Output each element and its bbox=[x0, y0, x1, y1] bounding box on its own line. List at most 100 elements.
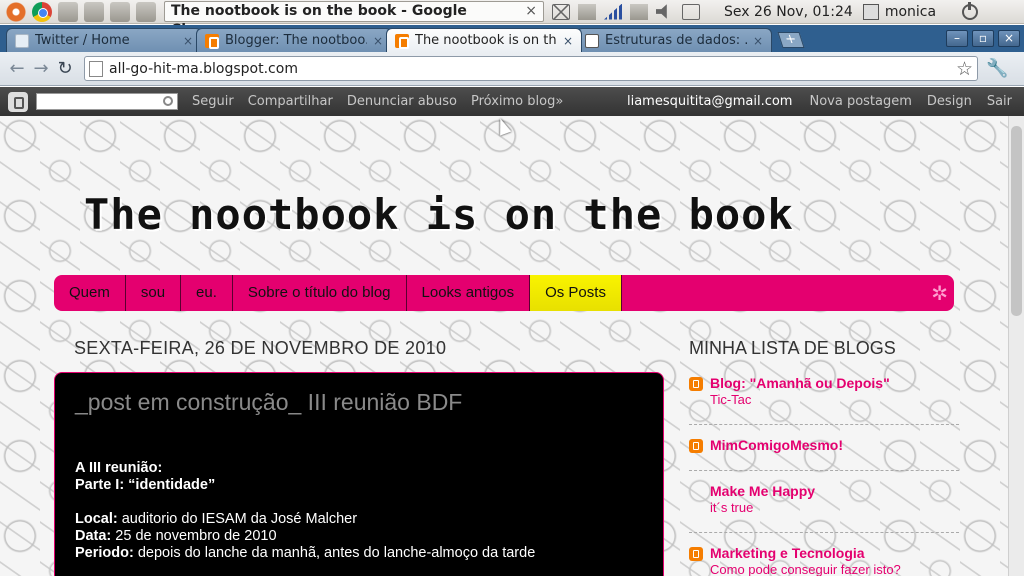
new-tab-button[interactable]: + bbox=[777, 32, 805, 48]
blog-name-link[interactable]: Blog: "Amanhã ou Depois" bbox=[710, 375, 959, 391]
post-value: 25 de novembro de 2010 bbox=[111, 528, 277, 544]
blog-pages-tabs: Quem sou eu. Sobre o título do blog Look… bbox=[54, 275, 954, 311]
back-button[interactable]: ← bbox=[6, 58, 28, 80]
user-email[interactable]: liamesquitita@gmail.com bbox=[627, 94, 793, 109]
terminal-icon[interactable] bbox=[136, 1, 156, 22]
active-window-button[interactable]: The nootbook is on the book - Google Chr… bbox=[164, 1, 544, 38]
tab-eu[interactable]: eu. bbox=[181, 275, 233, 311]
post-body: A III reunião: Parte I: “identidade” Loc… bbox=[75, 460, 643, 562]
tab-os-posts[interactable]: Os Posts bbox=[530, 275, 622, 311]
window-title-text: The nootbook is on the book - Google Chr… bbox=[171, 3, 467, 38]
page-scrollbar[interactable] bbox=[1008, 116, 1024, 576]
blog-list-item: Blog: "Amanhã ou Depois" Tic-Tac bbox=[689, 375, 959, 407]
post-line: Parte I: “identidade” bbox=[75, 477, 216, 493]
post-line: A III reunião: bbox=[75, 460, 163, 476]
blogger-logo-icon[interactable] bbox=[8, 91, 28, 112]
system-top-panel: The nootbook is on the book - Google Chr… bbox=[0, 0, 1024, 38]
wrench-menu-icon[interactable]: 🔧 bbox=[986, 58, 1008, 79]
blog-list-item: Marketing e Tecnologia Como pode consegu… bbox=[689, 545, 959, 576]
design-link[interactable]: Design bbox=[927, 94, 972, 109]
tab-sou[interactable]: sou bbox=[126, 275, 182, 311]
tab-close-icon[interactable]: × bbox=[563, 34, 573, 48]
volume-icon[interactable] bbox=[656, 4, 667, 19]
search-icon[interactable] bbox=[163, 96, 173, 106]
clock[interactable]: Sex 26 Nov, 01:24 bbox=[724, 4, 853, 20]
date-header: Sexta-feira, 26 de novembro de 2010 bbox=[74, 338, 447, 358]
page-icon bbox=[89, 60, 103, 77]
chrome-launcher-icon[interactable] bbox=[32, 1, 52, 22]
power-icon[interactable] bbox=[962, 1, 979, 20]
reload-button[interactable]: ↻ bbox=[54, 58, 76, 80]
tab-title: Estruturas de dados: ... bbox=[605, 33, 747, 48]
wiki-favicon-icon bbox=[585, 33, 599, 48]
divider bbox=[689, 470, 959, 471]
tab-blogger[interactable]: Blogger: The nootboo... × bbox=[196, 28, 392, 52]
share-link[interactable]: Compartilhar bbox=[248, 94, 333, 109]
file-manager-icon[interactable] bbox=[58, 1, 78, 22]
tab-title: Twitter / Home bbox=[35, 33, 130, 48]
blogger-favicon-icon bbox=[205, 33, 219, 49]
tab-title: Blogger: The nootboo... bbox=[225, 33, 367, 48]
blog-list-item: Make Me Happy it´s true bbox=[689, 483, 959, 515]
new-post-link[interactable]: Nova postagem bbox=[809, 94, 911, 109]
maximize-button[interactable]: ▫ bbox=[972, 30, 994, 47]
post-value: auditorio do IESAM da José Malcher bbox=[117, 511, 358, 527]
tab-close-icon[interactable]: × bbox=[753, 34, 763, 48]
report-abuse-link[interactable]: Denunciar abuso bbox=[347, 94, 457, 109]
blog-post-link[interactable]: it´s true bbox=[710, 500, 959, 515]
divider bbox=[689, 532, 959, 533]
blog-search-input[interactable] bbox=[36, 93, 178, 110]
tab-close-icon[interactable]: × bbox=[373, 34, 383, 48]
tab-twitter[interactable]: Twitter / Home × bbox=[6, 28, 202, 52]
follow-link[interactable]: Seguir bbox=[192, 94, 234, 109]
post-label: Data: bbox=[75, 528, 112, 544]
tab-sobre-titulo[interactable]: Sobre o título do blog bbox=[233, 275, 407, 311]
blog-name-link[interactable]: Marketing e Tecnologia bbox=[710, 545, 959, 561]
divider bbox=[689, 424, 959, 425]
minimize-button[interactable]: – bbox=[946, 30, 968, 47]
blog-post: _post em construção_ III reunião BDF A I… bbox=[54, 372, 664, 576]
sign-out-link[interactable]: Sair bbox=[987, 94, 1012, 109]
blog-post-link[interactable]: Tic-Tac bbox=[710, 392, 959, 407]
bookmark-star-icon[interactable]: ☆ bbox=[956, 58, 973, 80]
chat-status-icon[interactable] bbox=[578, 3, 596, 20]
forward-button[interactable]: → bbox=[30, 58, 52, 80]
user-status-icon[interactable] bbox=[862, 3, 879, 20]
scrollbar-thumb[interactable] bbox=[1011, 126, 1022, 316]
mail-icon[interactable] bbox=[552, 3, 570, 20]
blogger-icon bbox=[689, 439, 703, 453]
tab-close-icon[interactable]: × bbox=[183, 34, 193, 48]
post-label: Local: bbox=[75, 511, 118, 527]
network-manager-icon[interactable] bbox=[630, 3, 648, 20]
address-bar[interactable]: all-go-hit-ma.blogspot.com ☆ bbox=[84, 56, 978, 81]
post-title[interactable]: _post em construção_ III reunião BDF bbox=[75, 389, 643, 416]
network-signal-icon[interactable] bbox=[604, 3, 622, 20]
blog-post-link[interactable]: Como pode conseguir fazer isto? bbox=[710, 562, 959, 576]
users-icon-2[interactable] bbox=[110, 1, 130, 22]
next-blog-link[interactable]: Próximo blog» bbox=[471, 94, 563, 109]
window-controls: – ▫ × bbox=[946, 30, 1020, 47]
blog-name-link[interactable]: MimComigoMesmo! bbox=[710, 437, 959, 453]
url-text[interactable]: all-go-hit-ma.blogspot.com bbox=[109, 61, 956, 77]
decoration-icon: ✲ bbox=[931, 281, 948, 305]
blog-page: The nootbook is on the book Quem sou eu.… bbox=[0, 116, 1008, 576]
ubuntu-menu-icon[interactable] bbox=[6, 1, 26, 22]
blogger-icon bbox=[689, 377, 703, 391]
tab-title: The nootbook is on th... bbox=[415, 33, 557, 48]
blog-name-link[interactable]: Make Me Happy bbox=[710, 483, 959, 499]
browser-tab-strip: Twitter / Home × Blogger: The nootboo...… bbox=[0, 25, 1024, 52]
message-indicator-icon[interactable] bbox=[682, 3, 700, 20]
post-label: Periodo: bbox=[75, 545, 134, 561]
username[interactable]: monica bbox=[885, 4, 936, 20]
post-value: depois do lanche da manhã, antes do lanc… bbox=[133, 545, 536, 561]
navbar-user-area: liamesquitita@gmail.com Nova postagem De… bbox=[627, 94, 1012, 109]
tab-nootbook-active[interactable]: The nootbook is on th... × bbox=[386, 28, 582, 52]
tab-quem[interactable]: Quem bbox=[54, 275, 126, 311]
blog-title[interactable]: The nootbook is on the book bbox=[84, 190, 794, 239]
blogger-favicon-icon bbox=[395, 33, 409, 49]
tab-looks-antigos[interactable]: Looks antigos bbox=[407, 275, 531, 311]
tab-estruturas[interactable]: Estruturas de dados: ... × bbox=[576, 28, 772, 52]
window-close-icon[interactable]: × bbox=[525, 2, 537, 21]
users-icon[interactable] bbox=[84, 1, 104, 22]
close-window-button[interactable]: × bbox=[998, 30, 1020, 47]
